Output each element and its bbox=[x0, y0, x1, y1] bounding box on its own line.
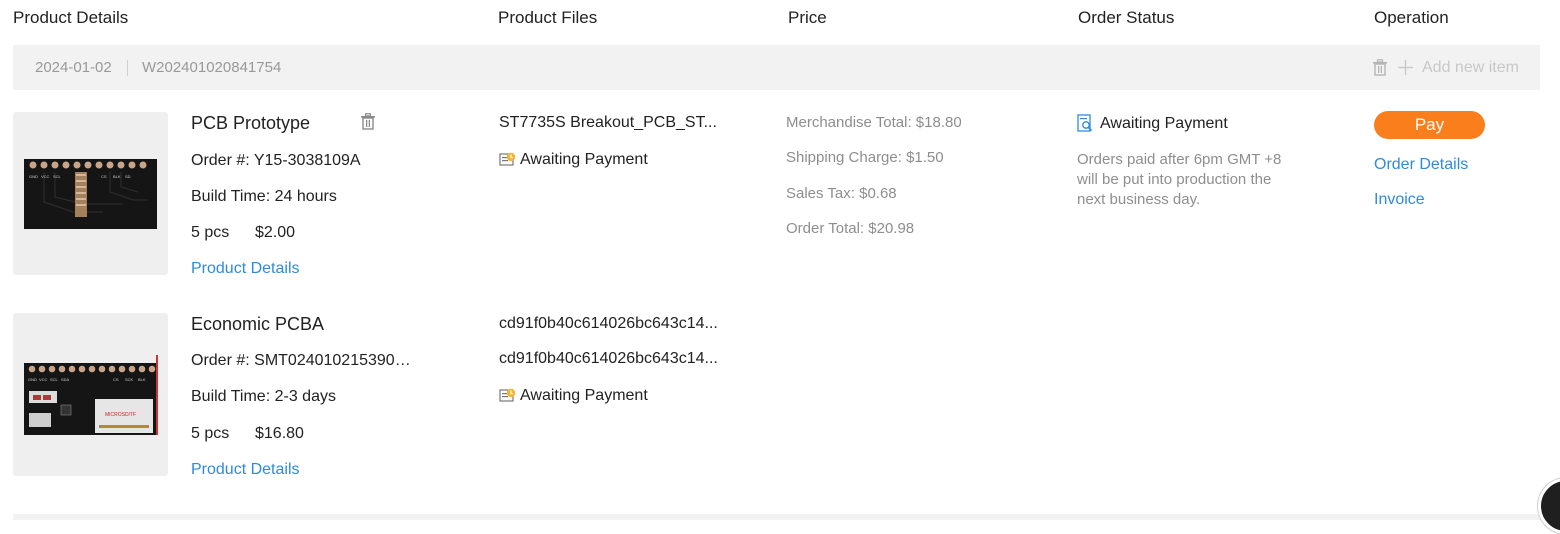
product-title: Economic PCBA bbox=[191, 314, 325, 334]
product-thumbnail[interactable]: GND VCC SCL SDA CS SCK BLK MICROSD/TF bbox=[13, 313, 168, 476]
order-details-link[interactable]: Order Details bbox=[1374, 156, 1468, 174]
merchandise-total: Merchandise Total: $18.80 bbox=[786, 114, 962, 131]
product-title: PCB Prototype bbox=[191, 113, 311, 133]
svg-text:BLK: BLK bbox=[113, 174, 121, 179]
product-details-link[interactable]: Product Details bbox=[191, 260, 300, 278]
order-total: Order Total: $20.98 bbox=[786, 220, 915, 237]
order-number-value: SMT0240102153903... bbox=[254, 352, 416, 369]
invoice-link[interactable]: Invoice bbox=[1374, 191, 1425, 209]
status-note-line: next business day. bbox=[1077, 191, 1201, 208]
order-number-row: Order #: Y15-3038109A bbox=[191, 152, 361, 170]
status-note-line: Orders paid after 6pm GMT +8 bbox=[1077, 151, 1282, 168]
svg-text:SCL: SCL bbox=[50, 377, 59, 382]
sales-tax: Sales Tax: $0.68 bbox=[786, 185, 897, 202]
build-time-value: 2-3 days bbox=[274, 388, 336, 405]
product-file-link[interactable]: cd91f0b40c614026bc643c14... bbox=[499, 315, 719, 333]
board-marking: MICROSD/TF bbox=[105, 412, 136, 418]
header-price: Price bbox=[788, 8, 827, 27]
add-new-item-button[interactable]: Add new item bbox=[1422, 59, 1519, 77]
svg-text:VCC: VCC bbox=[41, 174, 50, 179]
svg-text:SD: SD bbox=[125, 174, 131, 179]
next-order-group-bar bbox=[13, 514, 1560, 520]
svg-text:VCC: VCC bbox=[39, 377, 48, 382]
unit-price: $2.00 bbox=[255, 224, 296, 241]
svg-text:CS: CS bbox=[101, 174, 107, 179]
order-number-value: Y15-3038109A bbox=[253, 152, 361, 169]
divider bbox=[127, 60, 128, 76]
header-product-files: Product Files bbox=[498, 8, 598, 27]
chat-widget-button[interactable] bbox=[1538, 478, 1560, 534]
product-details-link[interactable]: Product Details bbox=[191, 461, 300, 479]
search-document-icon bbox=[1077, 114, 1094, 133]
status-note-line: will be put into production the bbox=[1077, 171, 1272, 188]
document-status-icon bbox=[499, 151, 516, 167]
order-number: W202401020841754 bbox=[142, 59, 282, 76]
pay-button[interactable]: Pay bbox=[1374, 111, 1485, 139]
order-number-row: Order #: SMT0240102153903... bbox=[191, 352, 416, 370]
product-thumbnail[interactable]: GND VCC SCL CS BLK SD bbox=[13, 112, 168, 275]
document-status-icon bbox=[499, 387, 516, 403]
svg-text:GND: GND bbox=[28, 377, 37, 382]
trash-icon[interactable] bbox=[360, 113, 376, 130]
order-number-label: Order #: bbox=[191, 352, 250, 369]
file-status-text: Awaiting Payment bbox=[520, 151, 648, 168]
build-time-row: Build Time: 24 hours bbox=[191, 188, 337, 206]
svg-text:CS: CS bbox=[113, 377, 119, 382]
build-time-label: Build Time: bbox=[191, 188, 271, 205]
svg-text:SCK: SCK bbox=[125, 377, 134, 382]
header-operation: Operation bbox=[1374, 8, 1449, 27]
order-number-label: Order #: bbox=[191, 152, 250, 169]
header-order-status: Order Status bbox=[1078, 8, 1175, 27]
shipping-charge: Shipping Charge: $1.50 bbox=[786, 149, 944, 166]
product-file-link[interactable]: ST7735S Breakout_PCB_ST... bbox=[499, 114, 719, 132]
file-status-text: Awaiting Payment bbox=[520, 387, 648, 404]
build-time-row: Build Time: 2-3 days bbox=[191, 388, 336, 406]
svg-text:GND: GND bbox=[29, 174, 38, 179]
build-time-value: 24 hours bbox=[274, 188, 337, 205]
svg-text:SDA: SDA bbox=[61, 377, 70, 382]
plus-icon[interactable] bbox=[1398, 60, 1413, 75]
quantity: 5 pcs bbox=[191, 425, 230, 442]
header-product-details: Product Details bbox=[13, 8, 129, 27]
order-date: 2024-01-02 bbox=[35, 59, 112, 76]
order-status-label: Awaiting Payment bbox=[1100, 115, 1228, 132]
unit-price: $16.80 bbox=[255, 425, 304, 442]
svg-text:BLK: BLK bbox=[138, 377, 146, 382]
svg-text:SCL: SCL bbox=[53, 174, 62, 179]
product-file-link[interactable]: cd91f0b40c614026bc643c14... bbox=[499, 350, 719, 368]
build-time-label: Build Time: bbox=[191, 388, 271, 405]
trash-icon[interactable] bbox=[1372, 59, 1388, 76]
quantity: 5 pcs bbox=[191, 224, 230, 241]
